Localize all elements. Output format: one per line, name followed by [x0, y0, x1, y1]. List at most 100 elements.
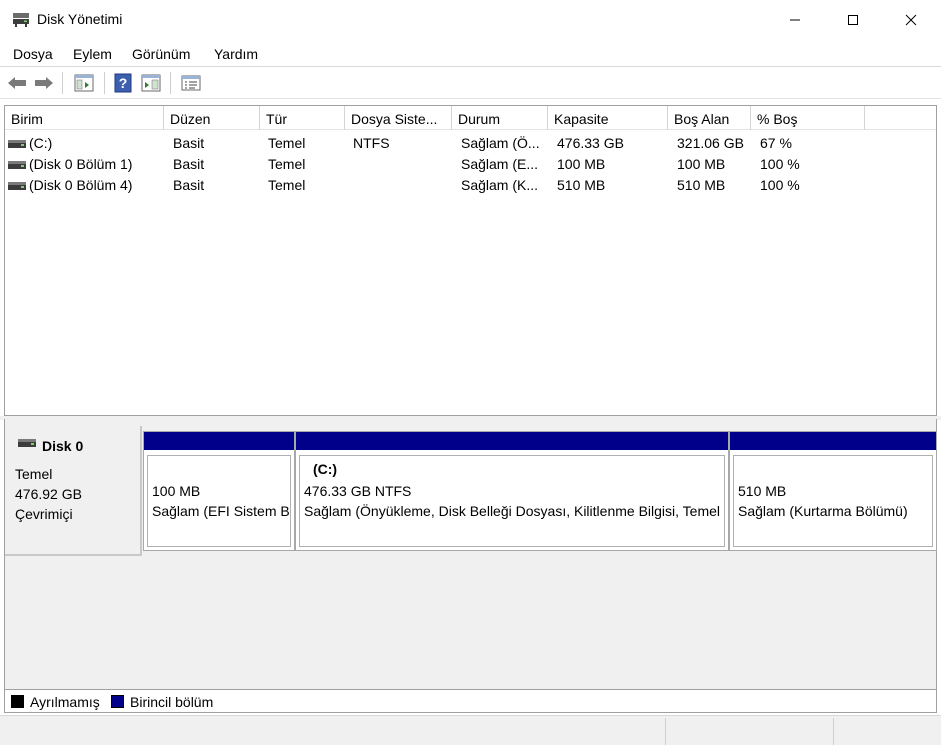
toolbar-separator: [104, 72, 105, 94]
toolbar: ?: [0, 67, 941, 99]
cell-duzen: Basit: [173, 135, 205, 151]
partition-content: (C:) 476.33 GB NTFS Sağlam (Önyükleme, D…: [299, 455, 725, 547]
column-header-kapasite[interactable]: Kapasite: [548, 106, 668, 130]
column-header-dosya-sistemi[interactable]: Dosya Siste...: [345, 106, 452, 130]
menu-yardim[interactable]: Yardım: [214, 46, 258, 62]
cell-yuzde-bos: 100 %: [760, 177, 800, 193]
legend-unallocated-swatch: [11, 695, 24, 708]
disk-type: Temel: [15, 466, 53, 482]
column-header-duzen[interactable]: Düzen: [164, 106, 260, 130]
action-pane-icon: [141, 74, 161, 92]
cell-durum: Sağlam (Ö...: [461, 135, 540, 151]
status-bar: [0, 715, 941, 745]
column-header-bos-alan[interactable]: Boş Alan: [668, 106, 751, 130]
disk-graphical-view: Disk 0 Temel 476.92 GB Çevrimiçi 100 MB …: [4, 419, 937, 689]
legend: Ayrılmamış Birincil bölüm: [4, 689, 937, 713]
legend-primary-label: Birincil bölüm: [130, 694, 214, 710]
cell-yuzde-bos: 67 %: [760, 135, 792, 151]
volume-list[interactable]: Birim Düzen Tür Dosya Siste... Durum Kap…: [4, 105, 937, 416]
menu-eylem[interactable]: Eylem: [73, 46, 112, 62]
volume-icon: [8, 161, 26, 169]
partition-c[interactable]: (C:) 476.33 GB NTFS Sağlam (Önyükleme, D…: [295, 431, 729, 551]
partition-strip: 100 MB Sağlam (EFI Sistem Bölümü) (C:) 4…: [143, 431, 937, 551]
table-row[interactable]: (Disk 0 Bölüm 1) Basit Temel Sağlam (E..…: [5, 154, 936, 175]
minimize-icon: [790, 19, 800, 21]
partition-status: Sağlam (Önyükleme, Disk Belleği Dosyası,…: [304, 503, 724, 519]
back-button[interactable]: [6, 72, 28, 94]
forward-button[interactable]: [33, 72, 55, 94]
help-icon: ?: [114, 73, 132, 93]
cell-tur: Temel: [268, 135, 306, 151]
disk-management-icon: [13, 13, 29, 27]
cell-bos-alan: 510 MB: [677, 177, 726, 193]
cell-durum: Sağlam (E...: [461, 156, 539, 172]
close-icon: [905, 14, 917, 26]
partition-status: Sağlam (Kurtarma Bölümü): [738, 503, 908, 519]
table-row[interactable]: (Disk 0 Bölüm 4) Basit Temel Sağlam (K..…: [5, 175, 936, 196]
volume-list-header: Birim Düzen Tür Dosya Siste... Durum Kap…: [5, 106, 936, 130]
cell-dosya-sistemi: NTFS: [353, 135, 390, 151]
disk-name: Disk 0: [42, 438, 84, 454]
cell-kapasite: 100 MB: [557, 156, 606, 172]
cell-kapasite: 510 MB: [557, 177, 606, 193]
partition-title: (C:): [313, 461, 338, 477]
cell-kapasite: 476.33 GB: [557, 135, 624, 151]
partition-content: 100 MB Sağlam (EFI Sistem Bölümü): [147, 455, 291, 547]
disk-size: 476.92 GB: [15, 486, 82, 502]
properties-icon: [181, 75, 201, 91]
cell-birim: (Disk 0 Bölüm 4): [29, 177, 133, 193]
action-pane-button[interactable]: [140, 72, 162, 94]
partition-type-bar: [144, 432, 294, 450]
forward-arrow-icon: [35, 77, 53, 89]
maximize-icon: [848, 15, 858, 25]
disk-icon: [18, 439, 36, 447]
svg-text:?: ?: [119, 75, 128, 91]
cell-dosya-sistemi: [353, 154, 451, 175]
partition-size: 476.33 GB NTFS: [304, 483, 412, 499]
cell-tur: Temel: [268, 156, 306, 172]
partition-type-bar: [296, 432, 728, 450]
console-tree-icon: [74, 74, 94, 92]
console-tree-button[interactable]: [73, 72, 95, 94]
menu-bar: Dosya Eylem Görünüm Yardım: [0, 40, 941, 67]
cell-durum: Sağlam (K...: [461, 177, 539, 193]
close-button[interactable]: [882, 0, 940, 40]
menu-gorunum[interactable]: Görünüm: [132, 46, 190, 62]
cell-yuzde-bos: 100 %: [760, 156, 800, 172]
partition-efi[interactable]: 100 MB Sağlam (EFI Sistem Bölümü): [143, 431, 295, 551]
partition-recovery[interactable]: 510 MB Sağlam (Kurtarma Bölümü): [729, 431, 937, 551]
status-separator: [833, 718, 834, 745]
properties-button[interactable]: [180, 72, 202, 94]
volume-icon: [8, 182, 26, 190]
partition-content: 510 MB Sağlam (Kurtarma Bölümü): [733, 455, 933, 547]
minimize-button[interactable]: [766, 0, 824, 40]
column-header-yuzde-bos[interactable]: % Boş: [751, 106, 865, 130]
partition-size: 100 MB: [152, 483, 201, 499]
partition-type-bar: [730, 432, 936, 450]
cell-dosya-sistemi: [353, 175, 451, 196]
table-row[interactable]: (C:) Basit Temel NTFS Sağlam (Ö... 476.3…: [5, 133, 936, 154]
cell-duzen: Basit: [173, 177, 205, 193]
legend-primary-swatch: [111, 695, 124, 708]
volume-icon: [8, 140, 26, 148]
back-arrow-icon: [8, 77, 26, 89]
cell-birim: (Disk 0 Bölüm 1): [29, 156, 133, 172]
column-header-durum[interactable]: Durum: [452, 106, 548, 130]
title-bar: Disk Yönetimi: [0, 0, 941, 40]
disk-0-label[interactable]: Disk 0 Temel 476.92 GB Çevrimiçi: [5, 426, 142, 556]
cell-duzen: Basit: [173, 156, 205, 172]
menu-dosya[interactable]: Dosya: [13, 46, 53, 62]
cell-tur: Temel: [268, 177, 306, 193]
cell-birim: (C:): [29, 135, 53, 151]
legend-unallocated-label: Ayrılmamış: [30, 694, 100, 710]
column-header-birim[interactable]: Birim: [5, 106, 164, 130]
maximize-button[interactable]: [824, 0, 882, 40]
toolbar-separator: [170, 72, 171, 94]
status-separator: [665, 718, 666, 745]
window-title: Disk Yönetimi: [37, 11, 123, 27]
cell-bos-alan: 321.06 GB: [677, 135, 744, 151]
help-button[interactable]: ?: [112, 72, 134, 94]
partition-size: 510 MB: [738, 483, 787, 499]
column-header-tur[interactable]: Tür: [260, 106, 345, 130]
disk-state: Çevrimiçi: [15, 506, 73, 522]
